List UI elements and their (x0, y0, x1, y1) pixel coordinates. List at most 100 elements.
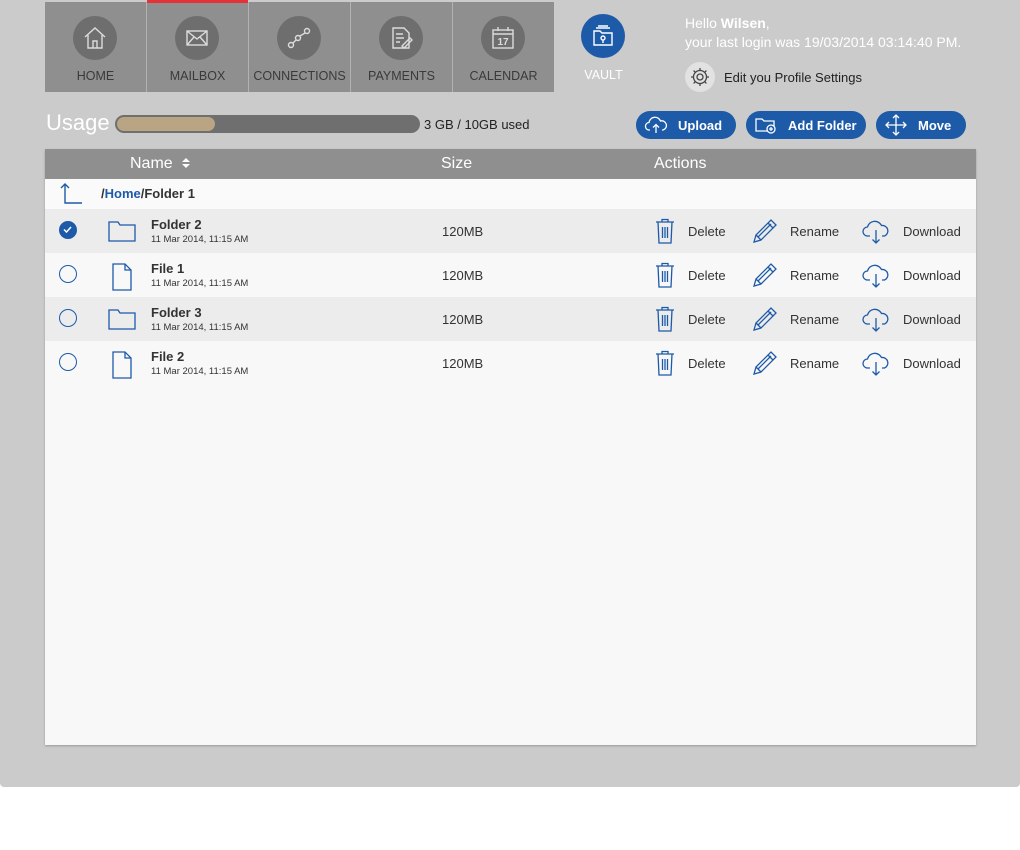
calendar-day: 17 (497, 37, 509, 48)
table-header: Name Size Actions (45, 149, 976, 179)
nav-tab-mailbox[interactable]: MAILBOX (147, 0, 248, 92)
name-column-label: Name (130, 155, 173, 172)
rename-action[interactable]: Rename (752, 218, 839, 244)
gear-icon (685, 62, 715, 92)
row-select-radio[interactable] (59, 353, 77, 371)
breadcrumb-row: /Home/Folder 1 (45, 179, 976, 209)
actions-column-header: Actions (654, 155, 707, 172)
usage-bar (115, 115, 420, 133)
rename-label: Rename (790, 355, 840, 371)
size-column-header[interactable]: Size (441, 155, 472, 173)
rename-label: Rename (790, 223, 840, 239)
download-label: Download (903, 311, 961, 327)
item-size: 120MB (442, 312, 484, 327)
user-greeting: Hello Wilsen, your last login was 19/03/… (685, 14, 961, 52)
delete-action[interactable]: Delete (654, 306, 726, 332)
profile-settings-label: Edit you Profile Settings (724, 69, 863, 85)
cloud-download-icon (862, 352, 889, 376)
item-date: 11 Mar 2014, 11:15 AM (151, 366, 249, 377)
add-folder-button[interactable]: Add Folder (746, 111, 866, 139)
nav-tab-calendar[interactable]: 17 CALENDAR (453, 2, 554, 92)
cloud-download-icon (862, 220, 889, 244)
nav-tab-connections[interactable]: CONNECTIONS (249, 2, 350, 92)
nav-tab-payments[interactable]: PAYMENTS (351, 2, 452, 92)
rename-action[interactable]: Rename (752, 350, 839, 376)
delete-label: Delete (688, 223, 726, 239)
file-icon (112, 263, 132, 291)
folder-icon (108, 309, 136, 330)
cloud-upload-icon (644, 116, 668, 133)
pencil-icon (753, 263, 777, 287)
item-size: 120MB (442, 268, 484, 283)
user-name: Wilsen (720, 15, 766, 31)
rename-label: Rename (790, 267, 840, 283)
row-select-radio[interactable] (59, 221, 77, 239)
breadcrumb-home[interactable]: Home (105, 186, 141, 201)
download-label: Download (903, 223, 961, 239)
up-arrow-icon[interactable] (59, 182, 83, 206)
cloud-download-icon (862, 264, 889, 288)
profile-settings-link[interactable]: Edit you Profile Settings (685, 62, 862, 92)
row-select-radio[interactable] (59, 265, 77, 283)
rename-action[interactable]: Rename (752, 262, 839, 288)
greeting-comma: , (765, 15, 770, 31)
upload-label: Upload (678, 117, 723, 133)
file-icon (112, 351, 132, 379)
trash-icon (656, 218, 674, 244)
delete-label: Delete (688, 355, 726, 371)
usage-fill (117, 117, 215, 131)
upload-button[interactable]: Upload (636, 111, 736, 139)
download-label: Download (903, 267, 961, 283)
pencil-icon (753, 351, 777, 375)
file-icon-wrap (107, 350, 137, 385)
file-icon-wrap (107, 262, 137, 297)
item-name[interactable]: File 1 (151, 261, 184, 276)
delete-action[interactable]: Delete (654, 218, 726, 244)
row-select-radio[interactable] (59, 309, 77, 327)
nav-tab-vault[interactable]: VAULT (553, 2, 654, 92)
nav-tab-label: VAULT (584, 68, 623, 82)
nav-tab-label: MAILBOX (169, 69, 226, 83)
table-row[interactable]: Folder 3 11 Mar 2014, 11:15 AM 120MB Delete… (45, 297, 976, 341)
sort-icon[interactable] (181, 157, 191, 169)
check-icon (63, 226, 72, 234)
delete-action[interactable]: Delete (654, 350, 726, 376)
trash-icon (656, 306, 674, 332)
folder-icon (108, 221, 136, 242)
breadcrumb: /Home/Folder 1 (101, 186, 195, 201)
folder-icon-wrap (107, 218, 137, 249)
move-icon (885, 114, 907, 136)
home-icon (73, 16, 117, 60)
download-action[interactable]: Download (861, 306, 961, 332)
nav-tab-label: HOME (76, 69, 115, 83)
rename-label: Rename (790, 311, 840, 327)
delete-label: Delete (688, 311, 726, 327)
rename-action[interactable]: Rename (752, 306, 839, 332)
name-column-header[interactable]: Name (130, 155, 191, 173)
trash-icon (656, 350, 674, 376)
table-row[interactable]: File 1 11 Mar 2014, 11:15 AM 120MB Delete Re… (45, 253, 976, 297)
folder-icon-wrap (107, 306, 137, 337)
download-action[interactable]: Download (861, 262, 961, 288)
item-name[interactable]: Folder 2 (151, 217, 202, 232)
item-name[interactable]: File 2 (151, 349, 184, 364)
table-row[interactable]: Folder 2 11 Mar 2014, 11:15 AM 120MB Delete… (45, 209, 976, 253)
download-action[interactable]: Download (861, 218, 961, 244)
cloud-download-icon (862, 308, 889, 332)
usage-text: 3 GB / 10GB used (424, 117, 530, 132)
last-login: your last login was 19/03/2014 03:14:40 … (685, 34, 962, 50)
table-row[interactable]: File 2 11 Mar 2014, 11:15 AM 120MB Delete Re… (45, 341, 976, 385)
pencil-icon (753, 307, 777, 331)
download-action[interactable]: Download (861, 350, 961, 376)
item-date: 11 Mar 2014, 11:15 AM (151, 278, 249, 289)
nav-tab-home[interactable]: HOME (45, 2, 146, 92)
item-date: 11 Mar 2014, 11:15 AM (151, 234, 249, 245)
delete-action[interactable]: Delete (654, 262, 726, 288)
item-size: 120MB (442, 356, 484, 371)
file-browser: Name Size Actions /Home/Folder 1 Folder … (45, 149, 976, 745)
pencil-icon (753, 219, 777, 243)
item-name[interactable]: Folder 3 (151, 305, 202, 320)
move-label: Move (918, 117, 952, 133)
move-button[interactable]: Move (876, 111, 966, 139)
calendar-icon: 17 (481, 16, 525, 60)
